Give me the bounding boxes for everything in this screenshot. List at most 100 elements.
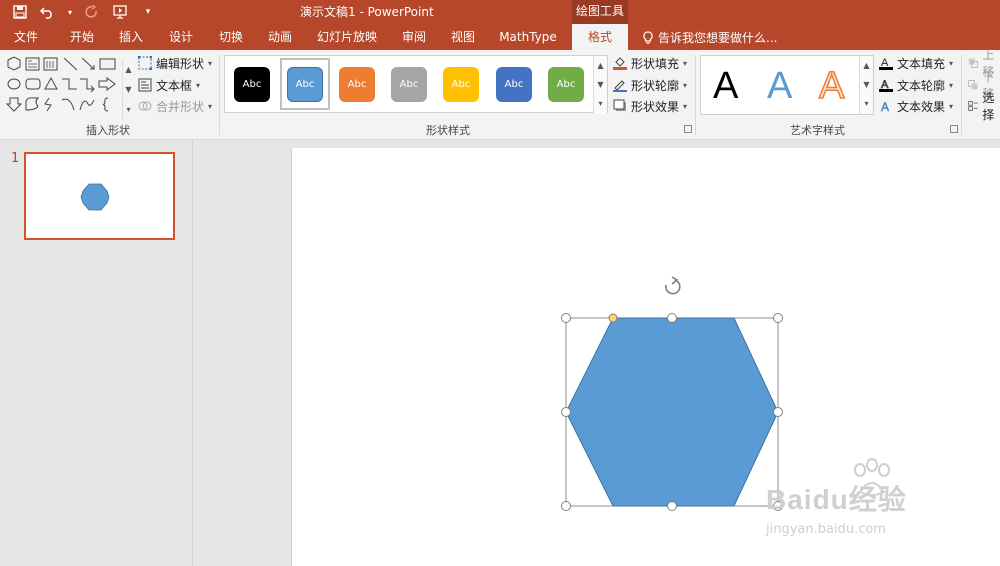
shapes-gallery-scroll: ▲ ▼ ▾ bbox=[122, 60, 134, 120]
text-outline-button[interactable]: A 文本轮廓 ▾ bbox=[879, 76, 953, 94]
curve-shape-icon bbox=[79, 99, 95, 111]
tab-home[interactable]: 开始 bbox=[56, 24, 108, 50]
gallery-up-icon[interactable]: ▲ bbox=[594, 56, 607, 75]
shapes-gallery-icons bbox=[5, 56, 116, 112]
brace-shape-icon bbox=[102, 97, 109, 112]
tab-slide-show[interactable]: 幻灯片放映 bbox=[310, 24, 384, 50]
shape-effects-button[interactable]: 形状效果 ▾ bbox=[613, 97, 687, 115]
shapes-gallery[interactable]: ▲ ▼ ▾ bbox=[4, 56, 132, 120]
tab-transitions[interactable]: 切换 bbox=[205, 24, 257, 50]
resize-handle-left[interactable] bbox=[561, 407, 571, 417]
thumbnail-hexagon bbox=[80, 183, 110, 211]
group-divider bbox=[961, 55, 962, 135]
merge-shapes-icon bbox=[138, 101, 152, 111]
dropdown-icon: ▾ bbox=[208, 58, 213, 68]
wordart-sample-black[interactable]: A bbox=[713, 64, 738, 108]
shape-fill-label: 形状填充 bbox=[631, 56, 680, 71]
save-icon[interactable] bbox=[10, 2, 30, 22]
tab-review[interactable]: 审阅 bbox=[388, 24, 440, 50]
shape-fill-button[interactable]: 形状填充 ▾ bbox=[613, 54, 687, 72]
resize-handle-top[interactable] bbox=[667, 313, 677, 323]
quick-access-toolbar: ▾ ▾ bbox=[10, 1, 158, 23]
style-swatch-orange[interactable]: Abc bbox=[339, 67, 375, 102]
gallery-down-icon[interactable]: ▼ bbox=[123, 80, 134, 100]
text-outline-icon: A bbox=[879, 79, 893, 92]
gallery-more-icon[interactable]: ▾ bbox=[594, 94, 607, 113]
redo-icon[interactable] bbox=[82, 2, 102, 22]
selection-pane-button[interactable]: 选择 bbox=[968, 91, 1000, 122]
merge-shapes-button[interactable]: 合并形状 ▾ bbox=[138, 97, 212, 115]
lightbulb-icon bbox=[643, 30, 653, 44]
resize-handle-bottom-left[interactable] bbox=[561, 501, 571, 511]
gallery-more-icon[interactable]: ▾ bbox=[123, 100, 134, 120]
line-shape-icon bbox=[63, 57, 78, 71]
tab-view[interactable]: 视图 bbox=[437, 24, 489, 50]
resize-handle-top-left[interactable] bbox=[561, 313, 571, 323]
text-fill-button[interactable]: A 文本填充 ▾ bbox=[879, 54, 953, 72]
down-arrow-shape-icon bbox=[5, 97, 23, 112]
customize-qat-icon[interactable]: ▾ bbox=[138, 2, 158, 22]
resize-handle-right[interactable] bbox=[773, 407, 783, 417]
rounded-rectangle-shape-icon bbox=[25, 78, 41, 90]
undo-dropdown-icon[interactable]: ▾ bbox=[66, 2, 74, 22]
start-from-beginning-icon[interactable] bbox=[110, 2, 130, 22]
gallery-up-icon[interactable]: ▲ bbox=[123, 60, 134, 80]
style-swatch-gray[interactable]: Abc bbox=[391, 67, 427, 102]
tab-design[interactable]: 设计 bbox=[155, 24, 207, 50]
gallery-up-icon[interactable]: ▲ bbox=[860, 56, 873, 75]
gallery-down-icon[interactable]: ▼ bbox=[860, 75, 873, 94]
paint-bucket-icon bbox=[613, 57, 627, 70]
send-backward-icon bbox=[968, 80, 978, 90]
rectangle-shape-icon bbox=[99, 58, 116, 70]
dropdown-icon: ▾ bbox=[196, 80, 201, 90]
text-effects-button[interactable]: A 文本效果 ▾ bbox=[879, 97, 953, 115]
text-effects-icon: A bbox=[881, 100, 889, 113]
lightning-shape-icon bbox=[44, 97, 52, 112]
style-swatch-gold[interactable]: Abc bbox=[443, 67, 479, 102]
text-box-button[interactable]: 文本框 ▾ bbox=[138, 76, 200, 94]
style-swatch-blue[interactable]: Abc bbox=[287, 67, 323, 102]
tab-animations[interactable]: 动画 bbox=[254, 24, 306, 50]
gallery-more-icon[interactable]: ▾ bbox=[860, 94, 873, 113]
wordart-sample-orange-outline[interactable]: A bbox=[818, 64, 845, 108]
oval-shape-icon bbox=[7, 78, 21, 90]
window-title: 演示文稿1 - PowerPoint bbox=[300, 5, 434, 19]
edit-shape-label: 编辑形状 bbox=[156, 56, 205, 71]
tell-me-search[interactable]: 告诉我您想要做什么... bbox=[642, 29, 777, 46]
wordart-dialog-launcher-icon[interactable] bbox=[950, 125, 958, 133]
tab-mathtype[interactable]: MathType bbox=[494, 24, 562, 50]
arc-shape-icon bbox=[61, 98, 75, 111]
dropdown-icon: ▾ bbox=[208, 101, 213, 111]
slide-thumbnail[interactable] bbox=[24, 152, 175, 240]
vertical-textbox-shape-icon bbox=[43, 57, 58, 71]
group-label-wordart-styles: 艺术字样式 bbox=[790, 124, 845, 137]
wordart-sample-blue[interactable]: A bbox=[767, 64, 792, 108]
style-swatch-green[interactable]: Abc bbox=[548, 67, 584, 102]
adjustment-handle[interactable] bbox=[608, 313, 618, 323]
triangle-shape-icon bbox=[44, 76, 58, 90]
selection-pane-label: 选择 bbox=[982, 91, 995, 122]
dropdown-icon: ▾ bbox=[683, 58, 688, 68]
undo-icon[interactable] bbox=[38, 2, 58, 22]
resize-handle-bottom[interactable] bbox=[667, 501, 677, 511]
shape-styles-dialog-launcher-icon[interactable] bbox=[684, 125, 692, 133]
ribbon-body: ▲ ▼ ▾ 编辑形状 ▾ 文本框 ▾ 合并形状 ▾ 插入形状 Abc Abc A… bbox=[0, 48, 1000, 140]
gallery-down-icon[interactable]: ▼ bbox=[594, 75, 607, 94]
right-arrow-shape-icon bbox=[98, 77, 116, 91]
resize-handle-top-right[interactable] bbox=[773, 313, 783, 323]
flowchart-shape-icon bbox=[25, 97, 40, 111]
ribbon-tab-bar: 文件 开始 插入 设计 切换 动画 幻灯片放映 审阅 视图 MathType 格… bbox=[0, 24, 1000, 50]
text-fill-icon: A bbox=[879, 57, 893, 70]
shape-outline-label: 形状轮廓 bbox=[631, 78, 680, 93]
edit-shape-button[interactable]: 编辑形状 ▾ bbox=[138, 54, 212, 72]
shape-outline-button[interactable]: 形状轮廓 ▾ bbox=[613, 76, 687, 94]
wordart-styles-gallery[interactable]: A A A ▲ ▼ ▾ bbox=[700, 55, 874, 115]
tab-file[interactable]: 文件 bbox=[0, 24, 52, 50]
style-swatch-black[interactable]: Abc bbox=[234, 67, 270, 102]
style-swatch-dark-blue[interactable]: Abc bbox=[496, 67, 532, 102]
shape-styles-gallery[interactable]: Abc Abc Abc Abc Abc Abc Abc ▲ ▼ ▾ bbox=[224, 55, 608, 114]
svg-text:A: A bbox=[881, 100, 889, 113]
tab-format[interactable]: 格式 bbox=[572, 24, 628, 50]
tab-insert[interactable]: 插入 bbox=[105, 24, 157, 50]
dropdown-icon: ▾ bbox=[683, 80, 688, 90]
